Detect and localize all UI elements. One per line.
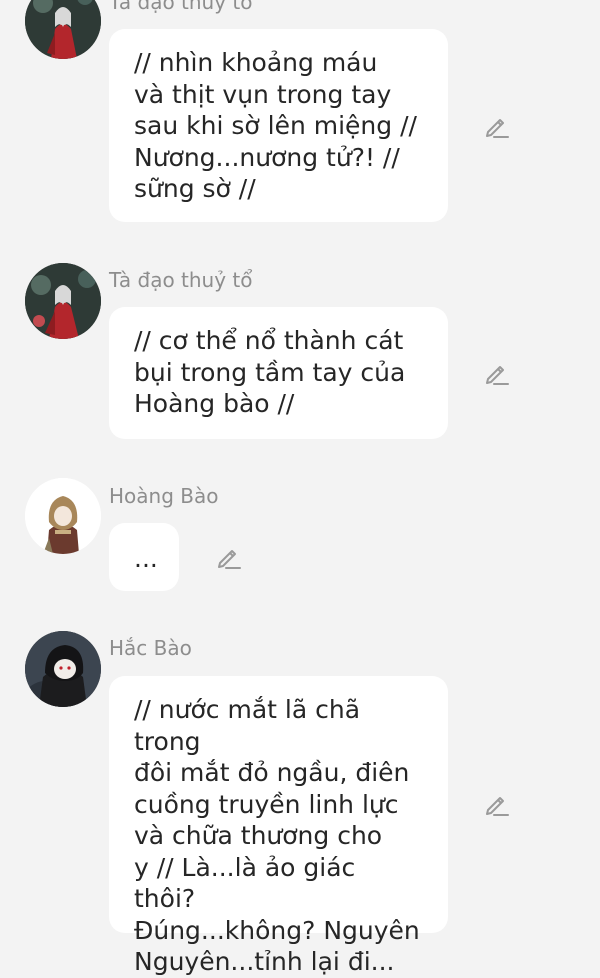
avatar[interactable] — [25, 263, 101, 339]
sender-name: Hắc Bào — [109, 636, 192, 660]
avatar[interactable] — [25, 478, 101, 554]
pencil-edit-icon — [486, 797, 509, 816]
message-bubble: // cơ thể nổ thành cát bụi trong tầm tay… — [109, 307, 448, 439]
sender-name: Hoàng Bào — [109, 484, 219, 508]
edit-message-button[interactable] — [482, 112, 510, 140]
avatar[interactable] — [25, 0, 101, 59]
pencil-edit-icon — [486, 366, 509, 385]
sender-name: Tà đạo thuỷ tổ — [109, 0, 253, 14]
sender-name: Tà đạo thuỷ tổ — [109, 268, 253, 292]
pencil-edit-icon — [218, 550, 241, 569]
edit-message-button[interactable] — [482, 790, 510, 818]
message-bubble: ... — [109, 523, 179, 591]
edit-message-button[interactable] — [482, 359, 510, 387]
avatar[interactable] — [25, 631, 101, 707]
pencil-edit-icon — [486, 119, 509, 138]
edit-message-button[interactable] — [214, 543, 242, 571]
red-robed-figure-avatar — [25, 0, 101, 59]
red-robed-figure-avatar — [25, 263, 101, 339]
hooded-brown-figure-avatar — [25, 478, 101, 554]
chat-thread: Tà đạo thuỷ tổ // nhìn khoảng máu và thị… — [0, 0, 600, 976]
black-hooded-figure-avatar — [25, 631, 101, 707]
message-bubble: // nước mắt lã chã trong đôi mắt đỏ ngầu… — [109, 676, 448, 976]
message-bubble: // nhìn khoảng máu và thịt vụn trong tay… — [109, 29, 448, 222]
